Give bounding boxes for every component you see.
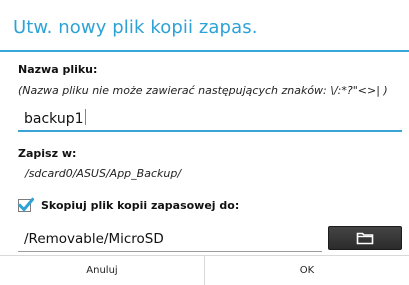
copy-to-label: Skopiuj plik kopii zapasowej do: — [41, 198, 240, 212]
cancel-button[interactable]: Anuluj — [0, 256, 204, 285]
filename-value: backup1 — [24, 111, 84, 127]
folder-icon — [356, 232, 374, 245]
dialog-title: Utw. nowy plik kopii zapas. — [13, 17, 258, 38]
browse-folder-button[interactable] — [328, 226, 402, 250]
dialog-button-bar: Anuluj OK — [0, 255, 409, 285]
checkmark-icon — [18, 196, 34, 212]
copy-destination-input[interactable]: /Removable/MicroSD — [18, 226, 322, 252]
copy-to-checkbox[interactable] — [18, 196, 34, 212]
title-divider — [0, 50, 409, 52]
backup-dialog: Utw. nowy plik kopii zapas. Nazwa pliku:… — [0, 0, 409, 285]
text-caret — [84, 109, 87, 125]
save-location-label: Zapisz w: — [18, 147, 77, 160]
filename-label: Nazwa pliku: — [18, 63, 98, 76]
filename-input[interactable]: backup1 — [18, 106, 402, 132]
copy-destination-value: /Removable/MicroSD — [24, 231, 164, 247]
save-location-path: /sdcard0/ASUS/App_Backup/ — [25, 167, 182, 180]
filename-hint: (Nazwa pliku nie może zawierać następują… — [18, 84, 388, 97]
ok-button[interactable]: OK — [204, 256, 409, 285]
copy-to-option[interactable]: Skopiuj plik kopii zapasowej do: — [18, 196, 239, 214]
